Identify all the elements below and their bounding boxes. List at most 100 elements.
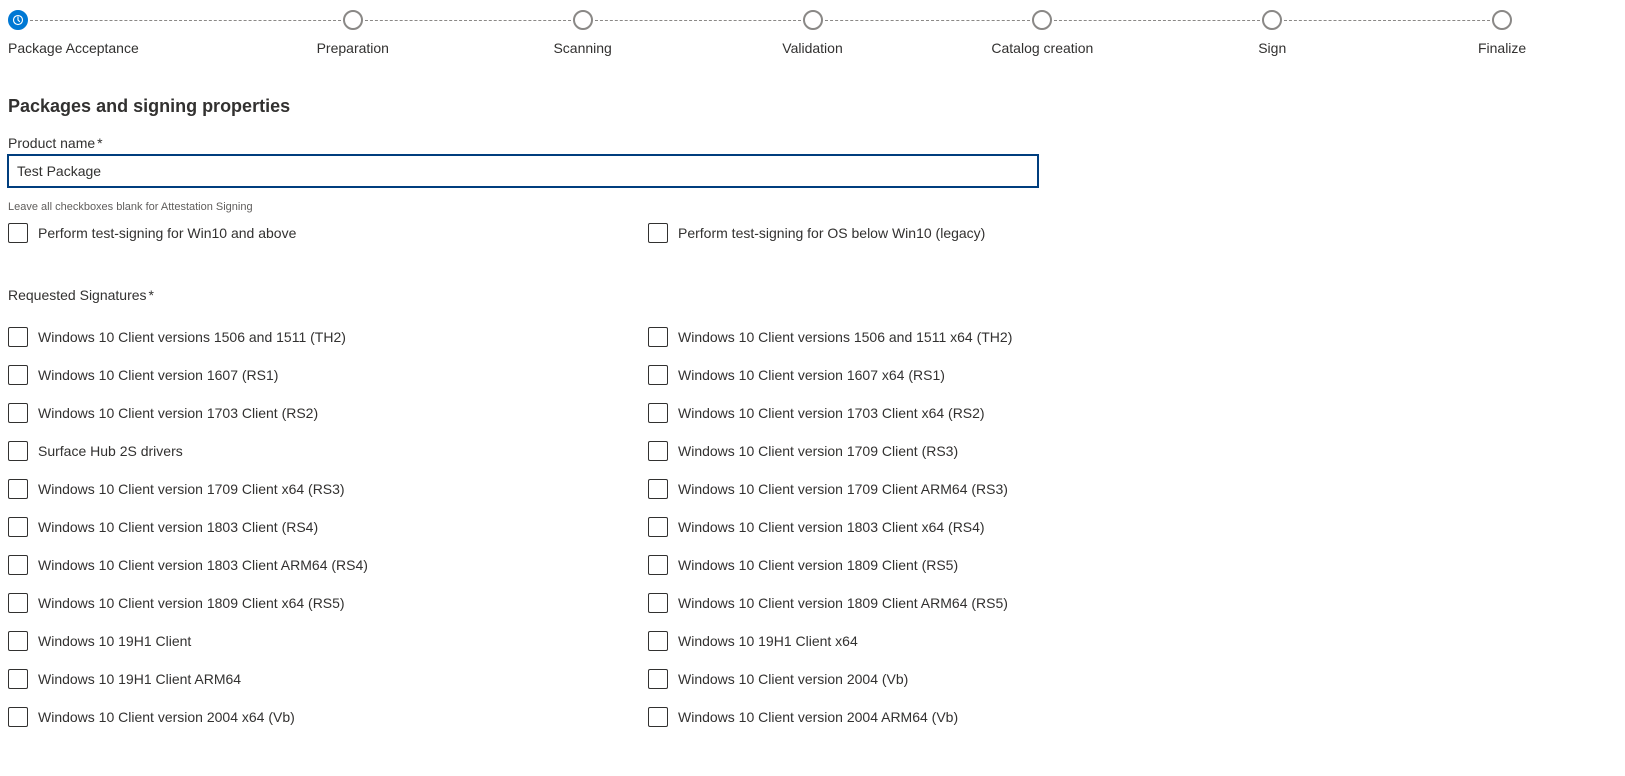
- wizard-step[interactable]: Package Acceptance: [8, 10, 238, 56]
- wizard-step-label: Scanning: [553, 40, 611, 56]
- wizard-step-label: Finalize: [1478, 40, 1526, 56]
- signature-checkbox-row[interactable]: Windows 10 Client version 2004 ARM64 (Vb…: [648, 707, 1288, 727]
- required-star-icon: *: [149, 287, 154, 303]
- signature-checkbox-row[interactable]: Windows 10 Client version 1809 Client x6…: [8, 593, 648, 613]
- test-sign-win10-label: Perform test-signing for Win10 and above: [38, 225, 296, 241]
- signature-checkbox-row[interactable]: Windows 10 Client version 1803 Client (R…: [8, 517, 648, 537]
- wizard-stepper: Package Acceptance Preparation Scanning Val…: [0, 0, 1625, 56]
- signature-checkbox-row[interactable]: Windows 10 Client version 1809 Client AR…: [648, 593, 1288, 613]
- checkbox-icon: [648, 479, 668, 499]
- step-circle-icon: [1032, 10, 1052, 30]
- checkbox-icon: [648, 707, 668, 727]
- signature-label: Windows 10 Client version 1809 Client x6…: [38, 595, 345, 611]
- signature-label: Windows 10 Client version 1809 Client (R…: [678, 557, 958, 573]
- signature-checkbox-row[interactable]: Windows 10 19H1 Client x64: [648, 631, 1288, 651]
- wizard-step-label: Preparation: [317, 40, 389, 56]
- test-sign-win10-checkbox-row[interactable]: Perform test-signing for Win10 and above: [8, 223, 648, 243]
- signature-checkbox-row[interactable]: Windows 10 19H1 Client: [8, 631, 648, 651]
- signature-checkbox-row[interactable]: Windows 10 Client version 1803 Client x6…: [648, 517, 1288, 537]
- signature-checkbox-row[interactable]: Windows 10 Client version 1803 Client AR…: [8, 555, 648, 575]
- signature-label: Windows 10 Client version 2004 (Vb): [678, 671, 908, 687]
- signature-label: Windows 10 19H1 Client ARM64: [38, 671, 241, 687]
- signature-checkbox-row[interactable]: Windows 10 Client versions 1506 and 1511…: [648, 327, 1288, 347]
- checkbox-icon: [8, 707, 28, 727]
- section-title: Packages and signing properties: [8, 96, 1617, 117]
- signature-checkbox-row[interactable]: Windows 10 Client version 2004 x64 (Vb): [8, 707, 648, 727]
- signature-label: Windows 10 Client version 1809 Client AR…: [678, 595, 1008, 611]
- requested-signatures-label: Requested Signatures*: [8, 287, 1617, 303]
- checkbox-icon: [8, 327, 28, 347]
- signature-checkbox-row[interactable]: Windows 10 Client version 1703 Client x6…: [648, 403, 1288, 423]
- checkbox-icon: [8, 441, 28, 461]
- product-name-label: Product name*: [8, 135, 1617, 151]
- signature-label: Windows 10 Client version 1709 Client AR…: [678, 481, 1008, 497]
- checkbox-icon: [648, 517, 668, 537]
- signature-checkbox-row[interactable]: Windows 10 Client version 1709 Client AR…: [648, 479, 1288, 499]
- test-sign-legacy-label: Perform test-signing for OS below Win10 …: [678, 225, 985, 241]
- wizard-step[interactable]: Catalog creation: [927, 10, 1157, 56]
- wizard-step-label: Validation: [782, 40, 842, 56]
- signature-label: Windows 10 Client versions 1506 and 1511…: [678, 329, 1012, 345]
- signature-label: Windows 10 Client version 1703 Client (R…: [38, 405, 318, 421]
- required-star-icon: *: [97, 135, 102, 151]
- checkbox-icon: [648, 327, 668, 347]
- signature-label: Windows 10 Client version 1803 Client AR…: [38, 557, 368, 573]
- signature-checkbox-row[interactable]: Windows 10 Client version 1607 x64 (RS1): [648, 365, 1288, 385]
- wizard-step-label: Sign: [1258, 40, 1286, 56]
- step-circle-icon: [803, 10, 823, 30]
- step-circle-icon: [1262, 10, 1282, 30]
- signature-checkbox-row[interactable]: Windows 10 Client version 1709 Client x6…: [8, 479, 648, 499]
- signature-label: Windows 10 Client version 1607 (RS1): [38, 367, 278, 383]
- wizard-step[interactable]: Sign: [1157, 10, 1387, 56]
- stepper-connector: [1284, 20, 1490, 21]
- step-circle-icon: [343, 10, 363, 30]
- signature-label: Windows 10 Client version 1607 x64 (RS1): [678, 367, 945, 383]
- checkbox-icon: [648, 223, 668, 243]
- signature-label: Windows 10 19H1 Client: [38, 633, 191, 649]
- signature-label: Windows 10 Client version 1709 Client x6…: [38, 481, 345, 497]
- signature-label: Windows 10 Client version 1709 Client (R…: [678, 443, 958, 459]
- checkbox-icon: [8, 517, 28, 537]
- signature-checkbox-row[interactable]: Windows 10 Client version 1709 Client (R…: [648, 441, 1288, 461]
- stepper-connector: [595, 20, 801, 21]
- signature-label: Windows 10 19H1 Client x64: [678, 633, 858, 649]
- signature-checkbox-row[interactable]: Windows 10 Client version 1809 Client (R…: [648, 555, 1288, 575]
- signature-checkbox-row[interactable]: Windows 10 Client version 1607 (RS1): [8, 365, 648, 385]
- step-circle-icon: [1492, 10, 1512, 30]
- checkbox-icon: [8, 403, 28, 423]
- wizard-step-label: Package Acceptance: [8, 40, 139, 56]
- step-active-icon: [8, 10, 28, 30]
- signature-checkbox-row[interactable]: Windows 10 Client version 2004 (Vb): [648, 669, 1288, 689]
- wizard-step[interactable]: Validation: [698, 10, 928, 56]
- stepper-connector: [30, 20, 341, 21]
- checkbox-icon: [8, 593, 28, 613]
- test-sign-legacy-checkbox-row[interactable]: Perform test-signing for OS below Win10 …: [648, 223, 1288, 243]
- product-name-label-text: Product name: [8, 135, 95, 151]
- signature-label: Windows 10 Client version 2004 ARM64 (Vb…: [678, 709, 958, 725]
- checkbox-icon: [648, 403, 668, 423]
- wizard-step[interactable]: Scanning: [468, 10, 698, 56]
- checkbox-icon: [8, 223, 28, 243]
- signature-label: Windows 10 Client version 2004 x64 (Vb): [38, 709, 295, 725]
- stepper-connector: [365, 20, 571, 21]
- checkbox-icon: [8, 365, 28, 385]
- checkbox-icon: [8, 479, 28, 499]
- signature-label: Windows 10 Client version 1803 Client x6…: [678, 519, 985, 535]
- requested-signatures-text: Requested Signatures: [8, 287, 147, 303]
- wizard-step[interactable]: Preparation: [238, 10, 468, 56]
- signature-checkbox-row[interactable]: Windows 10 Client version 1703 Client (R…: [8, 403, 648, 423]
- stepper-connector: [1054, 20, 1260, 21]
- wizard-step[interactable]: Finalize: [1387, 10, 1617, 56]
- step-circle-icon: [573, 10, 593, 30]
- signature-label: Windows 10 Client version 1803 Client (R…: [38, 519, 318, 535]
- signature-checkbox-row[interactable]: Windows 10 Client versions 1506 and 1511…: [8, 327, 648, 347]
- product-name-input[interactable]: [8, 155, 1038, 187]
- checkbox-icon: [648, 555, 668, 575]
- signature-label: Windows 10 Client versions 1506 and 1511…: [38, 329, 346, 345]
- checkbox-icon: [648, 365, 668, 385]
- signature-label: Windows 10 Client version 1703 Client x6…: [678, 405, 985, 421]
- signature-label: Surface Hub 2S drivers: [38, 443, 183, 459]
- checkbox-icon: [8, 631, 28, 651]
- signature-checkbox-row[interactable]: Windows 10 19H1 Client ARM64: [8, 669, 648, 689]
- signature-checkbox-row[interactable]: Surface Hub 2S drivers: [8, 441, 648, 461]
